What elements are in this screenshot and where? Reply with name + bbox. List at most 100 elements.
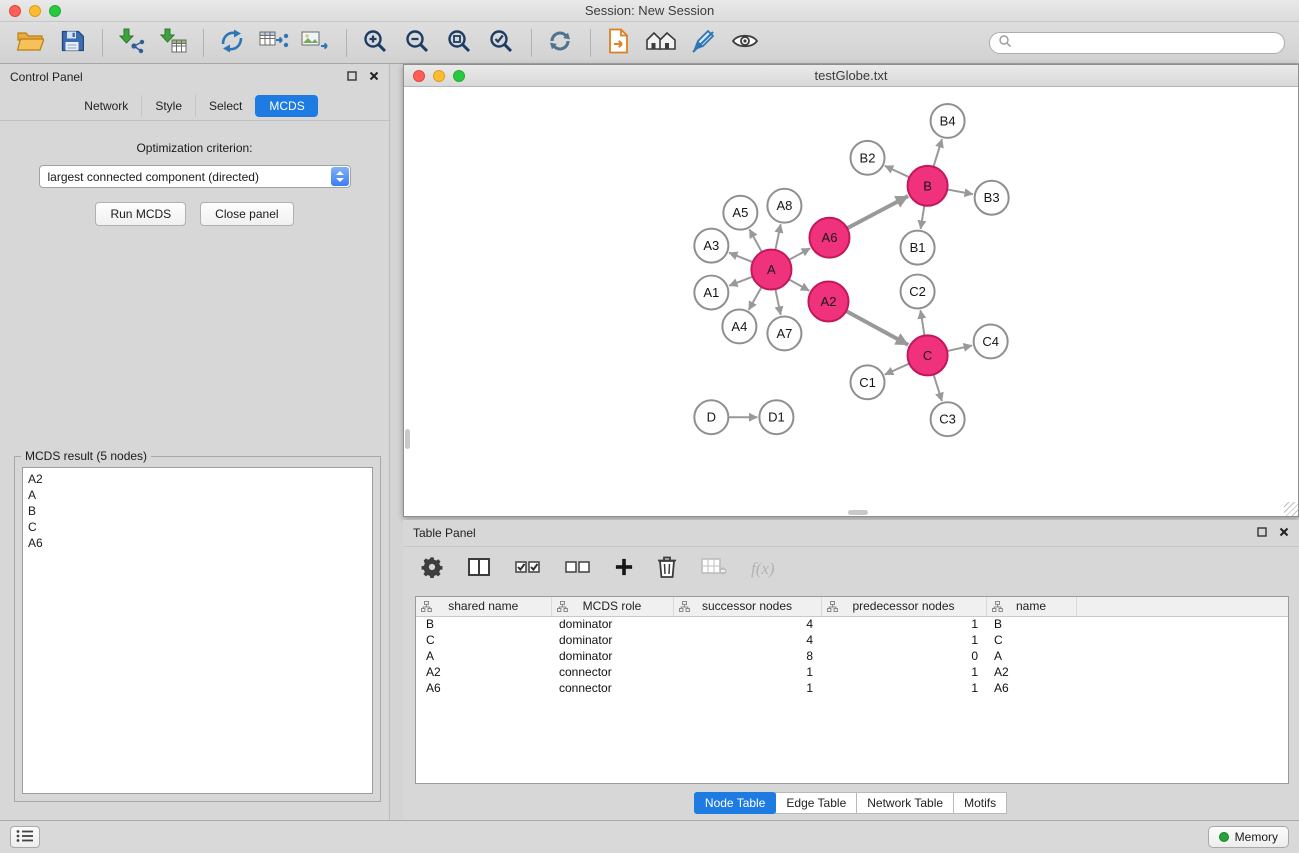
- float-table-panel-icon[interactable]: [1257, 526, 1267, 540]
- save-session-button[interactable]: [56, 27, 88, 59]
- close-table-panel-icon[interactable]: [1279, 526, 1289, 540]
- graph-node-C1[interactable]: C1: [850, 365, 884, 399]
- edge-B-B1[interactable]: [921, 205, 925, 228]
- tab-motifs[interactable]: Motifs: [953, 792, 1007, 814]
- zoom-in-button[interactable]: [359, 27, 391, 59]
- delete-row-button[interactable]: [657, 555, 677, 582]
- edge-A-A2[interactable]: [789, 279, 809, 290]
- column-header-shared-name[interactable]: shared name: [416, 597, 551, 616]
- graph-node-C4[interactable]: C4: [974, 324, 1008, 358]
- export-document-button[interactable]: [603, 27, 635, 59]
- zoom-fit-button[interactable]: [443, 27, 475, 59]
- edge-A-A6[interactable]: [789, 248, 810, 260]
- result-item[interactable]: A6: [28, 535, 367, 551]
- graph-node-B[interactable]: B: [908, 166, 948, 206]
- memory-button[interactable]: Memory: [1208, 826, 1289, 848]
- panel-list-button[interactable]: [10, 826, 40, 848]
- add-row-button[interactable]: [615, 558, 633, 579]
- tab-select[interactable]: Select: [195, 95, 255, 117]
- graph-node-C[interactable]: C: [908, 335, 948, 375]
- result-item[interactable]: B: [28, 503, 367, 519]
- graph-node-A[interactable]: A: [751, 250, 791, 290]
- graph-node-A6[interactable]: A6: [809, 218, 849, 258]
- graph-node-A2[interactable]: A2: [808, 282, 848, 322]
- import-table-button[interactable]: [157, 27, 189, 59]
- edge-A-A4[interactable]: [749, 287, 762, 310]
- export-image-button[interactable]: [300, 27, 332, 59]
- apply-layout-button[interactable]: [544, 27, 576, 59]
- tab-node-table[interactable]: Node Table: [694, 792, 777, 814]
- graph-node-A4[interactable]: A4: [722, 309, 756, 343]
- graph-node-A5[interactable]: A5: [723, 196, 757, 230]
- edge-B-B2[interactable]: [885, 166, 910, 177]
- horizontal-scrollbar-thumb[interactable]: [848, 510, 868, 515]
- tab-network-table[interactable]: Network Table: [856, 792, 954, 814]
- zoom-window-button[interactable]: [49, 5, 61, 17]
- table-row[interactable]: Bdominator41B: [416, 616, 1288, 632]
- float-panel-icon[interactable]: [347, 70, 357, 84]
- graph-node-B2[interactable]: B2: [850, 141, 884, 175]
- edge-B-B3[interactable]: [947, 189, 973, 194]
- graph-node-C3[interactable]: C3: [931, 402, 965, 436]
- close-window-button[interactable]: [9, 5, 21, 17]
- graph-node-D1[interactable]: D1: [759, 400, 793, 434]
- search-input[interactable]: [1017, 36, 1276, 50]
- table-row[interactable]: A6connector11A6: [416, 680, 1288, 696]
- edge-C-C4[interactable]: [947, 346, 972, 352]
- edge-A-A8[interactable]: [775, 224, 780, 250]
- edge-A6-B[interactable]: [847, 196, 908, 228]
- network-from-table-button[interactable]: [258, 27, 290, 59]
- edge-A-A3[interactable]: [729, 253, 753, 262]
- network-canvas[interactable]: AA1A2A3A4A5A6A7A8BB1B2B3B4CC1C2C3C4DD1: [404, 87, 1298, 516]
- graphics-details-button[interactable]: [687, 27, 719, 59]
- mcds-result-list[interactable]: A2ABCA6: [22, 467, 373, 794]
- graph-node-A7[interactable]: A7: [767, 316, 801, 350]
- graph-node-A8[interactable]: A8: [767, 189, 801, 223]
- close-panel-icon[interactable]: [369, 70, 379, 84]
- column-header-successor-nodes[interactable]: successor nodes: [673, 597, 821, 616]
- birds-eye-view-button[interactable]: [729, 27, 761, 59]
- close-panel-button[interactable]: Close panel: [200, 202, 293, 226]
- edge-A-A1[interactable]: [729, 277, 753, 286]
- graph-node-A3[interactable]: A3: [694, 229, 728, 263]
- select-all-button[interactable]: [515, 558, 541, 579]
- edge-C-C3[interactable]: [934, 374, 942, 401]
- graph-node-B4[interactable]: B4: [931, 104, 965, 138]
- result-item[interactable]: C: [28, 519, 367, 535]
- edge-C-C2[interactable]: [921, 310, 925, 335]
- unselect-all-button[interactable]: [565, 558, 591, 579]
- criterion-dropdown[interactable]: largest connected component (directed): [39, 165, 351, 188]
- edge-A-A5[interactable]: [749, 229, 761, 252]
- zoom-network-window-button[interactable]: [453, 70, 465, 82]
- close-network-window-button[interactable]: [413, 70, 425, 82]
- first-neighbors-button[interactable]: [645, 27, 677, 59]
- settings-button[interactable]: [421, 556, 443, 581]
- tab-style[interactable]: Style: [141, 95, 195, 117]
- column-header-name[interactable]: name: [986, 597, 1076, 616]
- edge-A2-C[interactable]: [846, 311, 908, 345]
- column-header-predecessor-nodes[interactable]: predecessor nodes: [821, 597, 986, 616]
- run-mcds-button[interactable]: Run MCDS: [95, 202, 186, 226]
- search-box[interactable]: [989, 32, 1285, 54]
- open-session-button[interactable]: [14, 27, 46, 59]
- tab-edge-table[interactable]: Edge Table: [775, 792, 857, 814]
- tab-mcds[interactable]: MCDS: [255, 95, 317, 117]
- import-network-button[interactable]: [115, 27, 147, 59]
- table-row[interactable]: A2connector11A2: [416, 664, 1288, 680]
- zoom-selected-button[interactable]: [485, 27, 517, 59]
- edge-B-B4[interactable]: [933, 139, 942, 167]
- column-header-MCDS-role[interactable]: MCDS role: [551, 597, 673, 616]
- table-row[interactable]: Cdominator41C: [416, 632, 1288, 648]
- edge-C-C1[interactable]: [885, 364, 909, 375]
- graph-node-B1[interactable]: B1: [901, 231, 935, 265]
- result-item[interactable]: A: [28, 487, 367, 503]
- vertical-scrollbar-thumb[interactable]: [405, 429, 410, 449]
- resize-grip[interactable]: [1284, 502, 1298, 516]
- graph-node-B3[interactable]: B3: [975, 181, 1009, 215]
- minimize-network-window-button[interactable]: [433, 70, 445, 82]
- table-row[interactable]: Adominator80A: [416, 648, 1288, 664]
- split-columns-button[interactable]: [467, 556, 491, 581]
- clone-network-button[interactable]: [216, 27, 248, 59]
- graph-node-C2[interactable]: C2: [901, 275, 935, 309]
- graph-node-A1[interactable]: A1: [694, 276, 728, 310]
